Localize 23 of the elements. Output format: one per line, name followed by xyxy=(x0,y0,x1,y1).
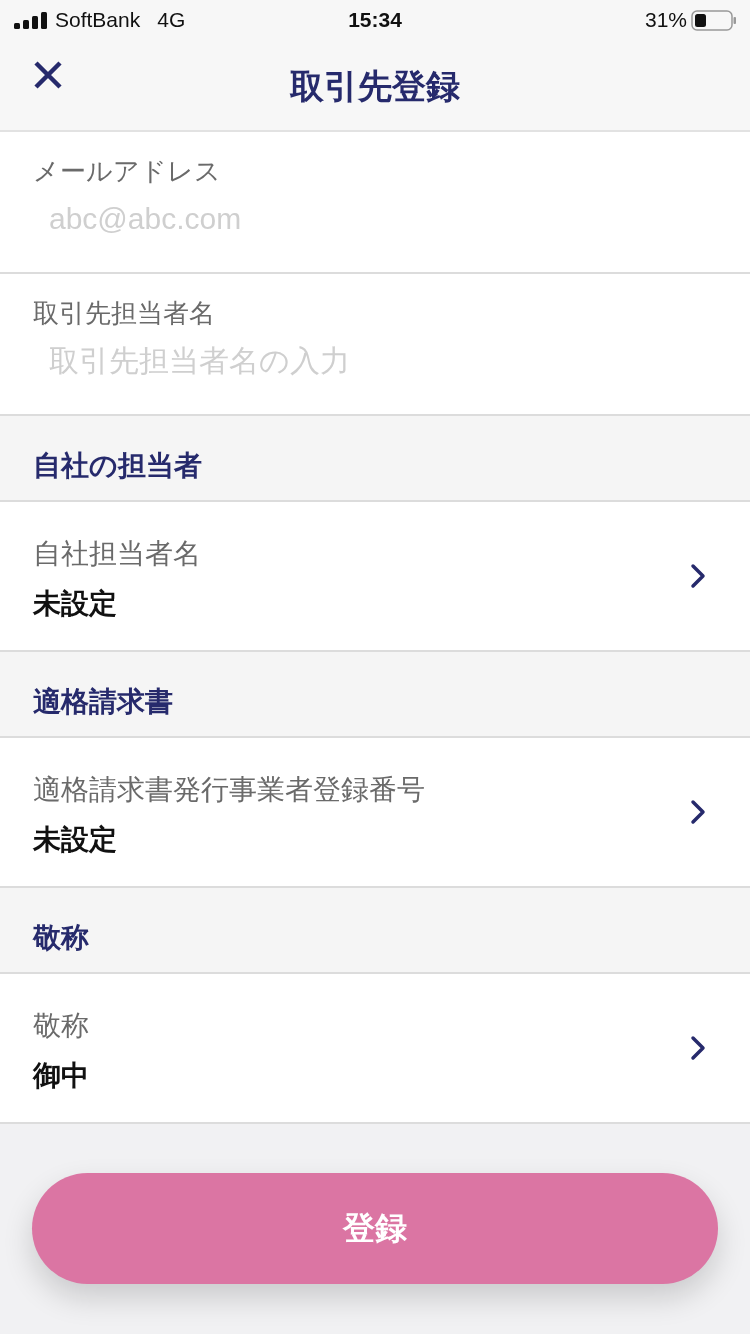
row-label: 敬称 xyxy=(33,1009,90,1043)
close-button[interactable] xyxy=(33,60,63,90)
network-text: 4G xyxy=(157,8,186,32)
row-value: 御中 xyxy=(33,1059,90,1093)
carrier-text: SoftBank xyxy=(55,8,141,32)
chevron-right-icon xyxy=(690,799,706,825)
chevron-right-icon xyxy=(690,1035,706,1061)
page-title: 取引先登録 xyxy=(290,66,460,107)
section-header: 適格請求書 xyxy=(0,652,750,738)
battery-percent: 31% xyxy=(644,8,687,32)
time-text: 15:34 xyxy=(348,8,402,31)
close-icon xyxy=(33,60,63,90)
section-header: 敬称 xyxy=(0,888,750,974)
row-label: 自社担当者名 xyxy=(33,537,202,571)
battery-icon xyxy=(691,9,736,31)
field-label: メールアドレス xyxy=(33,155,222,188)
chevron-right-icon xyxy=(690,563,706,589)
row-label: 適格請求書発行事業者登録番号 xyxy=(33,773,426,807)
signal-icon xyxy=(14,11,48,29)
field-label: 取引先担当者名 xyxy=(33,297,216,330)
section-header: 自社の担当者 xyxy=(0,416,750,502)
row-value: 未設定 xyxy=(33,823,118,857)
row-value: 未設定 xyxy=(33,587,118,621)
